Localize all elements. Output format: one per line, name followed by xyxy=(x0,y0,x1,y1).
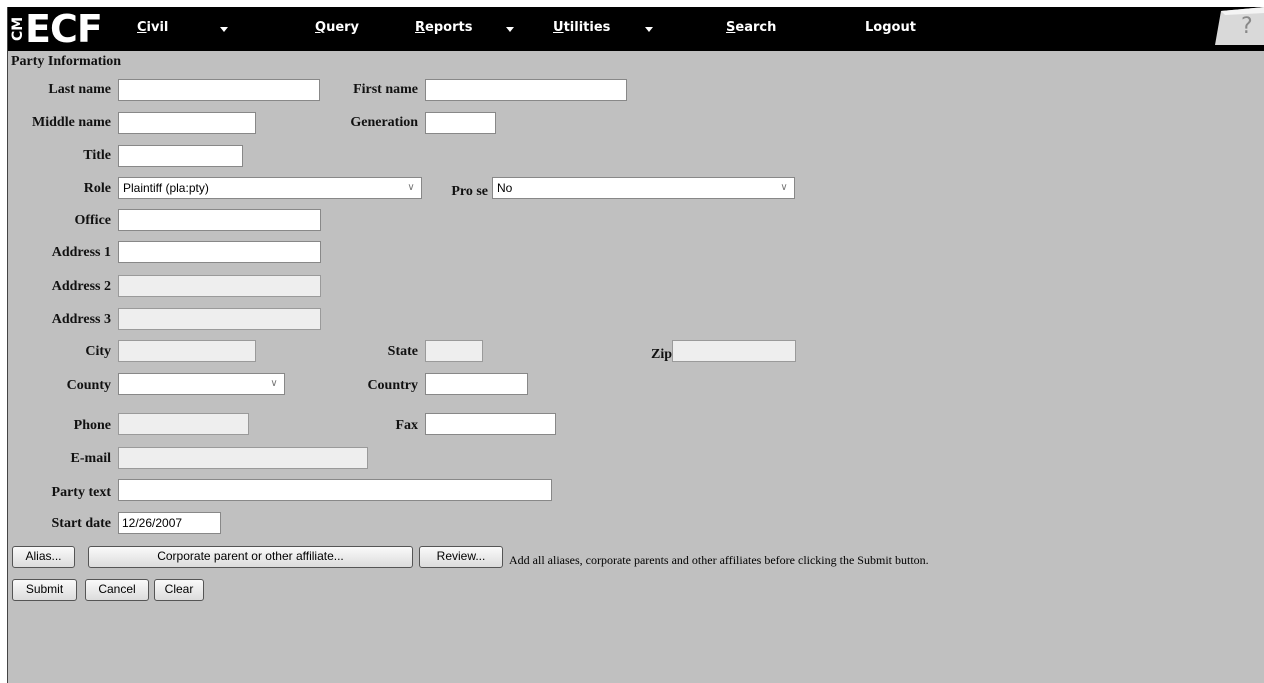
party-text-label: Party text xyxy=(51,485,111,500)
last-name-label: Last name xyxy=(48,82,111,97)
generation-input[interactable] xyxy=(425,112,496,134)
middle-name-label: Middle name xyxy=(32,115,111,130)
title-input[interactable] xyxy=(118,145,243,167)
party-text-input[interactable] xyxy=(118,479,552,501)
role-select[interactable]: Plaintiff (pla:pty) ∨ xyxy=(118,177,422,199)
country-label: Country xyxy=(367,378,418,393)
review-button[interactable]: Review... xyxy=(419,546,503,568)
clear-button[interactable]: Clear xyxy=(154,579,204,601)
role-label: Role xyxy=(83,181,111,196)
title-label: Title xyxy=(83,148,111,163)
county-select[interactable]: ∨ xyxy=(118,373,285,395)
menu-civil[interactable]: Civil xyxy=(137,20,168,35)
alias-button[interactable]: Alias... xyxy=(12,546,75,568)
menu-search[interactable]: Search xyxy=(726,20,776,35)
menu-bar: CM ECF Civil Query Reports Utilities Sea… xyxy=(8,7,1264,51)
email-input[interactable] xyxy=(118,447,368,469)
reports-dropdown-arrow-icon[interactable] xyxy=(506,27,514,32)
zip-label: Zip xyxy=(650,347,672,362)
menu-utilities[interactable]: Utilities xyxy=(553,20,610,35)
address1-label: Address 1 xyxy=(51,245,111,260)
civil-dropdown-arrow-icon[interactable] xyxy=(220,27,228,32)
last-name-input[interactable] xyxy=(118,79,320,101)
svg-text:?: ? xyxy=(1241,14,1253,39)
chevron-down-icon: ∨ xyxy=(407,182,415,193)
affiliate-note: Add all aliases, corporate parents and o… xyxy=(509,553,929,567)
corporate-parent-button[interactable]: Corporate parent or other affiliate... xyxy=(88,546,413,568)
email-label: E-mail xyxy=(70,451,111,466)
menu-query[interactable]: Query xyxy=(315,20,359,35)
chevron-down-icon: ∨ xyxy=(780,182,788,193)
state-input[interactable] xyxy=(425,340,483,362)
phone-input[interactable] xyxy=(118,413,249,435)
first-name-label: First name xyxy=(353,82,418,97)
city-label: City xyxy=(85,344,111,359)
country-input[interactable] xyxy=(425,373,528,395)
chevron-down-icon: ∨ xyxy=(270,378,278,389)
office-input[interactable] xyxy=(118,209,321,231)
city-input[interactable] xyxy=(118,340,256,362)
start-date-label: Start date xyxy=(51,516,112,531)
office-label: Office xyxy=(74,213,111,228)
section-title: Party Information xyxy=(11,54,122,69)
role-value: Plaintiff (pla:pty) xyxy=(123,181,209,195)
utilities-dropdown-arrow-icon[interactable] xyxy=(645,27,653,32)
menu-logout[interactable]: Logout xyxy=(865,20,916,35)
address1-input[interactable] xyxy=(118,241,321,263)
menu-reports[interactable]: Reports xyxy=(415,20,472,35)
cmecf-logo[interactable]: CM ECF xyxy=(10,7,111,51)
address2-label: Address 2 xyxy=(51,279,111,294)
submit-button[interactable]: Submit xyxy=(12,579,77,601)
middle-name-input[interactable] xyxy=(118,112,256,134)
page-frame: CM ECF Civil Query Reports Utilities Sea… xyxy=(7,7,1264,683)
logo-ecf: ECF xyxy=(25,7,103,51)
address3-label: Address 3 xyxy=(51,312,111,327)
pro-se-select[interactable]: No ∨ xyxy=(492,177,795,199)
cancel-button[interactable]: Cancel xyxy=(85,579,149,601)
address3-input[interactable] xyxy=(118,308,321,330)
start-date-input[interactable]: 12/26/2007 xyxy=(118,512,221,534)
pro-se-value: No xyxy=(497,181,513,195)
phone-label: Phone xyxy=(73,418,111,433)
county-label: County xyxy=(66,378,111,393)
generation-label: Generation xyxy=(350,115,418,130)
first-name-input[interactable] xyxy=(425,79,627,101)
address2-input[interactable] xyxy=(118,275,321,297)
logo-cm: CM xyxy=(10,16,26,42)
fax-input[interactable] xyxy=(425,413,556,435)
pro-se-label: Pro se xyxy=(451,184,488,199)
fax-label: Fax xyxy=(395,418,418,433)
state-label: State xyxy=(387,344,418,359)
zip-input[interactable] xyxy=(672,340,796,362)
help-icon[interactable]: ? xyxy=(1215,7,1264,45)
